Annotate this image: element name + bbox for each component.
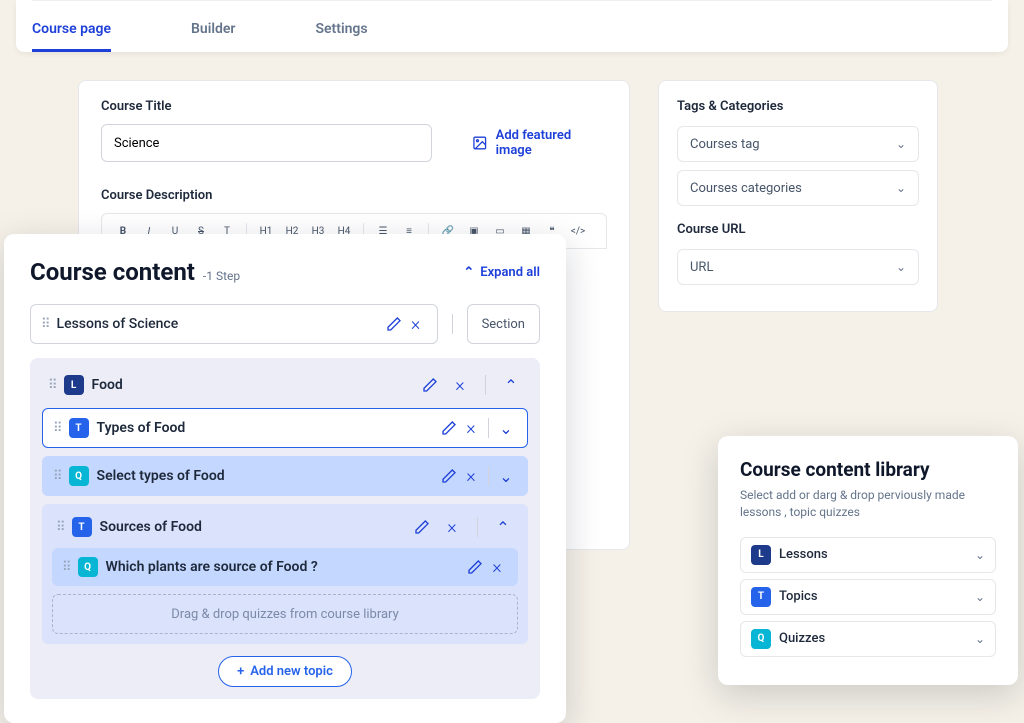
chevron-up-icon: ⌃ xyxy=(463,265,474,280)
chevron-down-icon: ⌄ xyxy=(896,260,906,274)
plus-icon: + xyxy=(237,664,244,679)
course-url-label: Course URL xyxy=(677,222,919,237)
course-title-input[interactable] xyxy=(101,124,432,162)
quiz-badge-icon: Q xyxy=(69,466,89,486)
add-new-topic-button[interactable]: +Add new topic xyxy=(218,656,352,687)
close-icon[interactable]: × xyxy=(449,374,471,396)
tab-builder[interactable]: Builder xyxy=(191,9,235,52)
tab-course-page[interactable]: Course page xyxy=(32,9,111,52)
topic-badge-icon: T xyxy=(69,418,89,438)
close-icon[interactable]: × xyxy=(441,516,463,538)
tabs-header: Course page Builder Settings xyxy=(16,0,1008,52)
close-icon[interactable]: × xyxy=(486,556,508,578)
code-button[interactable]: </> xyxy=(567,220,589,242)
section-type-select[interactable]: Section xyxy=(467,304,540,344)
quiz-dropzone[interactable]: Drag & drop quizzes from course library xyxy=(52,594,518,634)
drag-icon[interactable]: ⠿ xyxy=(48,378,56,393)
image-icon xyxy=(472,135,488,151)
lesson-container: ⠿ L Food × ⌃ ⠿ T Types of Food × ⌄ ⠿ Q S… xyxy=(30,358,540,699)
edit-icon[interactable] xyxy=(438,465,460,487)
course-title-label: Course Title xyxy=(101,99,607,114)
course-url-select[interactable]: URL⌄ xyxy=(677,249,919,285)
library-title: Course content library xyxy=(740,458,996,481)
library-item-quizzes[interactable]: Q Quizzes ⌄ xyxy=(740,621,996,657)
chevron-down-icon: ⌄ xyxy=(896,137,906,151)
edit-icon[interactable] xyxy=(419,374,441,396)
courses-tag-select[interactable]: Courses tag⌄ xyxy=(677,126,919,162)
edit-icon[interactable] xyxy=(411,516,433,538)
close-icon[interactable]: × xyxy=(460,417,482,439)
drag-icon[interactable]: ⠿ xyxy=(53,469,61,484)
close-icon[interactable]: × xyxy=(405,313,427,335)
collapse-icon[interactable]: ⌃ xyxy=(500,374,522,396)
chevron-down-icon: ⌄ xyxy=(975,590,985,604)
topic-badge-icon: T xyxy=(751,587,771,607)
courses-categories-select[interactable]: Courses categories⌄ xyxy=(677,170,919,206)
edit-icon[interactable] xyxy=(464,556,486,578)
collapse-icon[interactable]: ⌃ xyxy=(492,516,514,538)
quiz-row-which-plants[interactable]: ⠿ Q Which plants are source of Food ? × xyxy=(52,548,518,586)
course-content-panel: Course content -1 Step ⌃Expand all ⠿ Les… xyxy=(4,234,566,723)
library-item-topics[interactable]: T Topics ⌄ xyxy=(740,579,996,615)
edit-icon[interactable] xyxy=(438,417,460,439)
course-library-panel: Course content library Select add or dar… xyxy=(718,436,1018,685)
expand-icon[interactable]: ⌄ xyxy=(495,465,517,487)
chevron-down-icon: ⌄ xyxy=(896,181,906,195)
lesson-row-food: ⠿ L Food × ⌃ xyxy=(42,370,528,408)
quiz-row-select-types[interactable]: ⠿ Q Select types of Food × ⌄ xyxy=(42,456,528,496)
nested-topic-container: ⠿ T Sources of Food × ⌃ ⠿ Q Which plants… xyxy=(42,504,528,644)
drag-icon[interactable]: ⠿ xyxy=(56,520,64,535)
topic-row-sources: ⠿ T Sources of Food × ⌃ xyxy=(52,514,518,548)
quiz-badge-icon: Q xyxy=(751,629,771,649)
add-featured-image-link[interactable]: Add featured image xyxy=(472,128,607,158)
drag-icon[interactable]: ⠿ xyxy=(41,317,49,332)
lesson-badge-icon: L xyxy=(751,545,771,565)
topic-badge-icon: T xyxy=(72,517,92,537)
chevron-down-icon: ⌄ xyxy=(975,548,985,562)
chevron-down-icon: ⌄ xyxy=(975,632,985,646)
library-subtitle: Select add or darg & drop perviously mad… xyxy=(740,487,996,521)
lesson-badge-icon: L xyxy=(64,375,84,395)
expand-icon[interactable]: ⌄ xyxy=(495,417,517,439)
course-desc-label: Course Description xyxy=(101,188,607,203)
drag-icon[interactable]: ⠿ xyxy=(53,421,61,436)
course-sidebar-card: Tags & Categories Courses tag⌄ Courses c… xyxy=(658,80,938,312)
tab-settings[interactable]: Settings xyxy=(315,9,367,52)
tags-label: Tags & Categories xyxy=(677,99,919,114)
quiz-badge-icon: Q xyxy=(78,557,98,577)
section-input[interactable]: ⠿ Lessons of Science × xyxy=(30,304,438,344)
library-item-lessons[interactable]: L Lessons ⌄ xyxy=(740,537,996,573)
edit-icon[interactable] xyxy=(383,313,405,335)
topic-row-types[interactable]: ⠿ T Types of Food × ⌄ xyxy=(42,408,528,448)
drag-icon[interactable]: ⠿ xyxy=(62,560,70,575)
course-content-title: Course content xyxy=(30,258,195,286)
step-text: -1 Step xyxy=(203,269,240,283)
close-icon[interactable]: × xyxy=(460,465,482,487)
expand-all-button[interactable]: ⌃Expand all xyxy=(463,265,540,280)
